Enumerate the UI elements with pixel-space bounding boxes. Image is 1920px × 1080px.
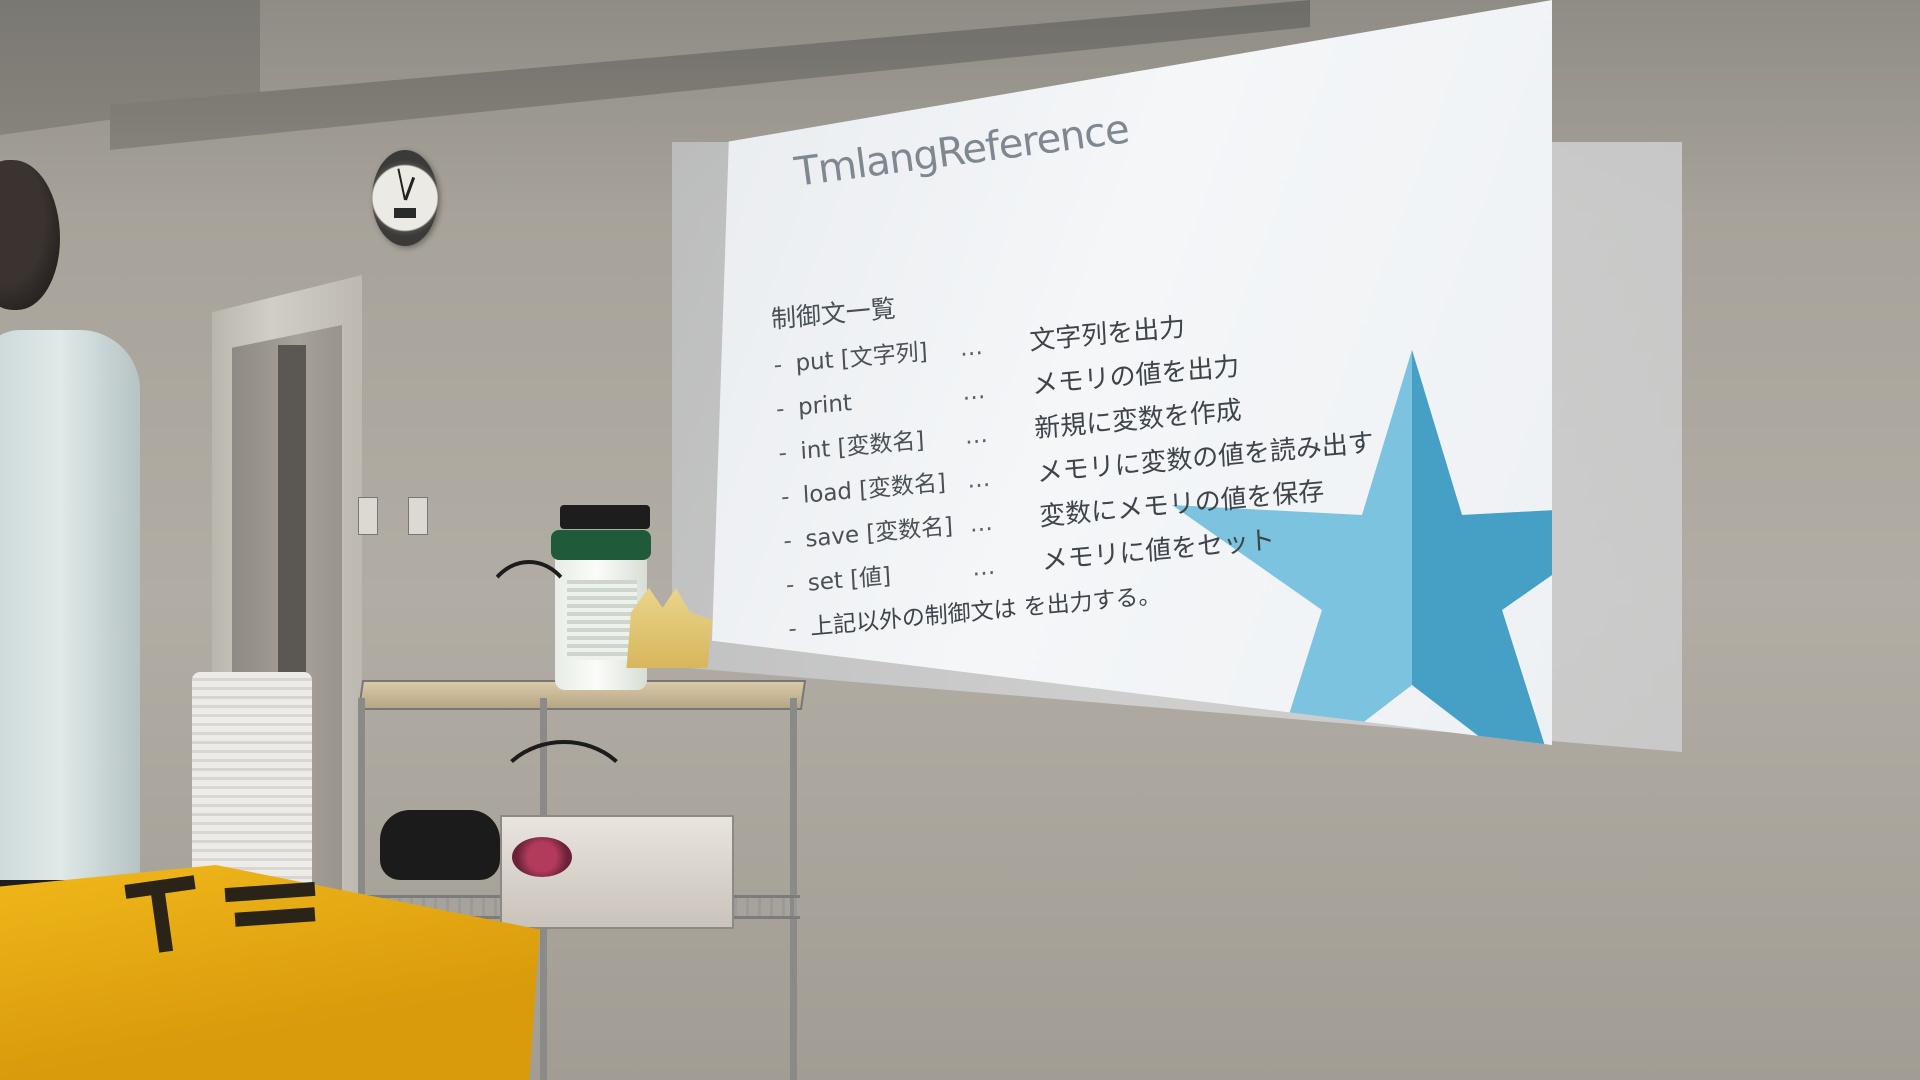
webcam — [560, 505, 650, 529]
person-head — [0, 160, 60, 310]
clock-minute-hand — [397, 168, 406, 201]
door-window — [278, 345, 306, 675]
command-name: put [文字列] — [794, 338, 929, 377]
wall-clock — [372, 150, 438, 246]
box-logo-stroke — [234, 907, 316, 927]
room-background: TmlangReference 制御文一覧 - put [文字列] … 文字列を… — [0, 0, 1920, 1080]
tin-artwork — [512, 837, 572, 877]
ellipsis: … — [964, 421, 989, 450]
paper-cup-stack — [192, 672, 312, 892]
bullet-dash: - — [777, 440, 788, 467]
bullet-dash: - — [775, 396, 786, 423]
clock-hour-hand — [404, 176, 416, 201]
cart-post — [790, 698, 797, 1080]
game-controller — [380, 810, 500, 880]
jar-lid — [551, 530, 651, 560]
bullet-dash: - — [772, 352, 783, 379]
box-logo-stroke — [150, 891, 174, 953]
wall-switch — [408, 497, 428, 535]
bullet-dash: - — [780, 484, 791, 511]
candy-tin — [500, 815, 734, 929]
command-name: print — [797, 390, 853, 421]
ellipsis: … — [971, 553, 996, 582]
person-hoodie — [0, 330, 140, 890]
person — [0, 160, 140, 1080]
bullet-dash: - — [787, 615, 798, 643]
ellipsis: … — [966, 465, 991, 494]
box-logo — [105, 870, 365, 960]
ceiling — [0, 0, 260, 135]
box-logo-stroke — [224, 881, 316, 903]
wall-switch — [358, 497, 378, 535]
ellipsis: … — [961, 377, 987, 406]
ellipsis: … — [959, 333, 984, 362]
cable — [480, 560, 578, 678]
slide-body: 制御文一覧 - put [文字列] … 文字列を出力 - print … メモリ… — [770, 235, 1507, 654]
bullet-dash: - — [782, 528, 793, 555]
clock-display — [394, 208, 416, 218]
ellipsis: … — [969, 509, 994, 538]
bullet-dash: - — [785, 571, 795, 599]
